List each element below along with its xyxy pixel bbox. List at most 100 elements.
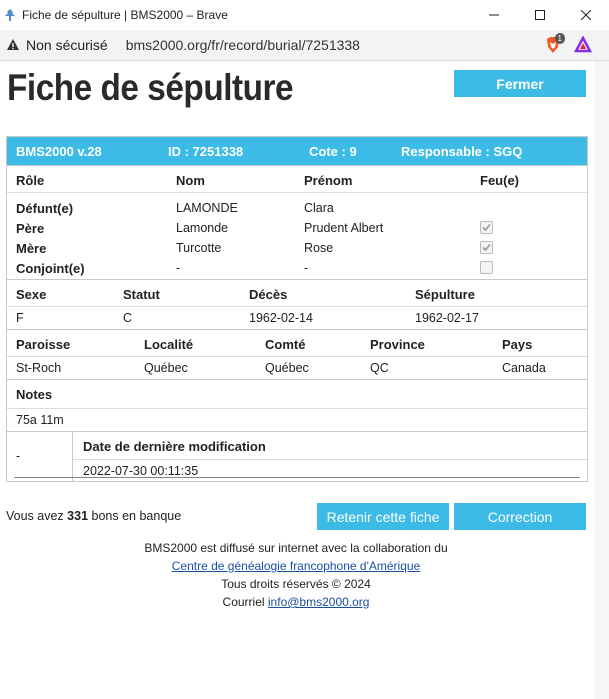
bank-count: 331 [67, 509, 89, 523]
modification-left-value: - [16, 449, 21, 463]
retain-record-button[interactable]: Retenir cette fiche [317, 503, 449, 530]
brave-rewards-button[interactable] [573, 35, 593, 55]
url-text[interactable]: bms2000.org/fr/record/burial/7251338 [126, 37, 543, 53]
record-id: ID : 7251338 [168, 144, 244, 159]
person-row-conjoint: Conjoint(e) - - [7, 257, 587, 279]
person-nom: Turcotte [176, 241, 222, 255]
warning-icon[interactable] [6, 38, 20, 52]
col-feu: Feu(e) [480, 173, 519, 188]
role-label: Conjoint(e) [16, 261, 85, 276]
col-province: Province [370, 337, 425, 352]
footer-line1: BMS2000 est diffusé sur internet avec la… [144, 541, 448, 555]
feu-checkbox-pere[interactable] [480, 221, 493, 234]
person-row-defunt: Défunt(e) LAMONDE Clara [7, 197, 587, 217]
not-secure-label[interactable]: Non sécurisé [26, 37, 108, 53]
pays-value: Canada [502, 361, 546, 375]
modification-label: Date de dernière modification [83, 439, 266, 454]
maximize-icon [535, 10, 545, 20]
tree-icon [5, 9, 15, 21]
check-icon [482, 243, 491, 252]
shields-badge: 1 [554, 33, 565, 44]
col-prenom: Prénom [304, 173, 353, 188]
statut-value: C [123, 311, 133, 325]
person-prenom: Rose [304, 241, 334, 255]
page-scrollbar[interactable] [594, 61, 609, 699]
col-comte: Comté [265, 337, 306, 352]
person-nom: LAMONDE [176, 201, 238, 215]
person-nom: Lamonde [176, 221, 229, 235]
bank-balance: Vous avez 331 bons en banque [6, 509, 181, 523]
feu-checkbox-mere[interactable] [480, 241, 493, 254]
deces-value: 1962-02-14 [249, 311, 313, 325]
person-row-pere: Père Lamonde Prudent Albert [7, 217, 587, 237]
brave-shields-button[interactable]: 1 [543, 33, 565, 55]
person-nom: - [176, 261, 181, 275]
record-version: BMS2000 v.28 [16, 144, 102, 159]
notes-section: Notes 75a 11m [7, 379, 587, 431]
close-icon [581, 10, 591, 20]
place-header-row: Paroisse Localité Comté Province Pays [7, 330, 587, 357]
email-link[interactable]: info@bms2000.org [268, 595, 370, 609]
window-title: Fiche de sépulture | BMS2000 – Brave [22, 8, 228, 22]
person-prenom: - [304, 261, 309, 275]
bank-prefix: Vous avez [6, 509, 64, 523]
check-icon [482, 223, 491, 232]
role-label: Mère [16, 241, 47, 256]
localite-value: Québec [144, 361, 188, 375]
place-values-row: St-Roch Québec Québec QC Canada [7, 357, 587, 379]
footer-link-line: Centre de généalogie francophone d'Améri… [0, 559, 592, 573]
person-prenom: Prudent Albert [304, 221, 384, 235]
role-label: Défunt(e) [16, 201, 74, 216]
col-sexe: Sexe [16, 287, 47, 302]
address-bar[interactable]: Non sécurisé bms2000.org/fr/record/buria… [0, 30, 609, 61]
notes-label: Notes [16, 387, 53, 402]
col-deces: Décès [249, 287, 288, 302]
feu-checkbox-conjoint[interactable] [480, 261, 493, 274]
col-sepulture: Sépulture [415, 287, 475, 302]
modification-date: 2022-07-30 00:11:35 [83, 464, 199, 478]
paroisse-value: St-Roch [16, 361, 62, 375]
event-header-row: Sexe Statut Décès Sépulture [7, 280, 587, 307]
col-localite: Localité [144, 337, 194, 352]
cgfa-link[interactable]: Centre de généalogie francophone d'Améri… [172, 559, 420, 573]
modification-section: - Date de dernière modification 2022-07-… [7, 431, 587, 481]
divider [14, 477, 580, 478]
modification-left-cell: - [7, 432, 73, 481]
minimize-icon [489, 14, 499, 16]
role-label: Père [16, 221, 45, 236]
persons-section: Rôle Nom Prénom Feu(e) Défunt(e) LAMONDE… [7, 165, 587, 279]
record-header: BMS2000 v.28 ID : 7251338 Cote : 9 Respo… [7, 137, 587, 165]
persons-header-row: Rôle Nom Prénom Feu(e) [7, 166, 587, 193]
sepulture-value: 1962-02-17 [415, 311, 479, 325]
minimize-button[interactable] [471, 0, 517, 30]
notes-value-row: 75a 11m [7, 409, 587, 431]
event-values-row: F C 1962-02-14 1962-02-17 [7, 307, 587, 329]
close-button[interactable]: Fermer [454, 70, 586, 97]
brave-rewards-icon [574, 36, 592, 53]
person-prenom: Clara [304, 201, 334, 215]
record-responsable: Responsable : SGQ [401, 144, 523, 159]
correction-button[interactable]: Correction [454, 503, 586, 530]
close-window-button[interactable] [563, 0, 609, 30]
sexe-value: F [16, 311, 24, 325]
notes-value: 75a 11m [16, 413, 64, 427]
footer-email-line: Courriel info@bms2000.org [0, 595, 592, 609]
place-section: Paroisse Localité Comté Province Pays St… [7, 329, 587, 379]
modification-right-cell: Date de dernière modification 2022-07-30… [73, 432, 587, 481]
col-pays: Pays [502, 337, 533, 352]
page-content: Fiche de sépulture Fermer BMS2000 v.28 I… [0, 61, 609, 699]
page-title: Fiche de sépulture [7, 67, 294, 108]
col-statut: Statut [123, 287, 160, 302]
notes-header-row: Notes [7, 380, 587, 409]
col-nom: Nom [176, 173, 205, 188]
window-titlebar: Fiche de sépulture | BMS2000 – Brave [0, 0, 609, 30]
email-label: Courriel [222, 595, 265, 609]
footer-rights: Tous droits réservés © 2024 [221, 577, 371, 591]
person-row-mere: Mère Turcotte Rose [7, 237, 587, 257]
burial-record: BMS2000 v.28 ID : 7251338 Cote : 9 Respo… [6, 136, 588, 482]
maximize-button[interactable] [517, 0, 563, 30]
bank-suffix: bons en banque [91, 509, 182, 523]
province-value: QC [370, 361, 389, 375]
record-cote: Cote : 9 [309, 144, 357, 159]
col-paroisse: Paroisse [16, 337, 71, 352]
